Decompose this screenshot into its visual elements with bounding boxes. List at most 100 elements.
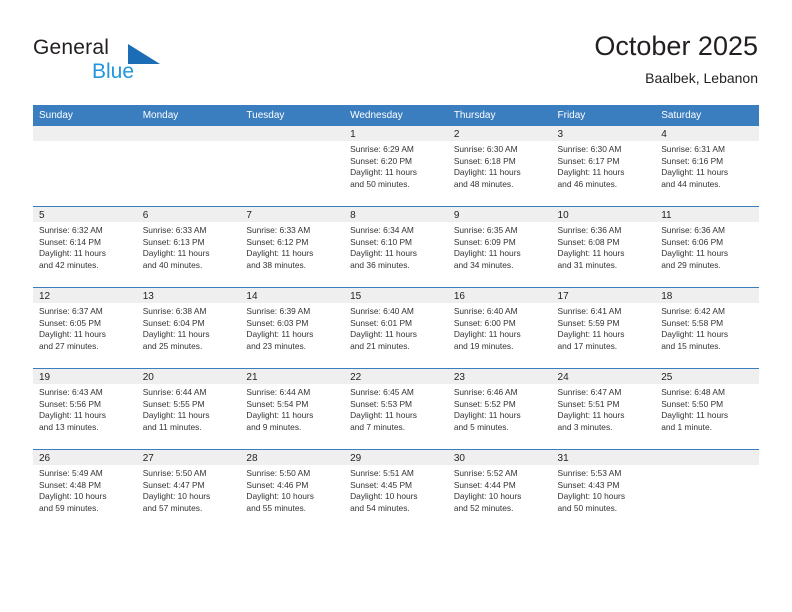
calendar-day-cell[interactable]: 21 Sunrise: 6:44 AM Sunset: 5:54 PM Dayligh… [240,368,345,450]
daylight-duration: and 55 minutes. [246,502,307,513]
calendar-day-cell[interactable]: 14 Sunrise: 6:39 AM Sunset: 6:03 PM Dayligh… [240,287,345,369]
calendar-header-row: Sunday Monday Tuesday Wednesday Thursday… [33,105,759,126]
calendar-day-cell[interactable]: 3 Sunrise: 6:30 AM Sunset: 6:17 PM Daylight… [551,126,656,207]
sunset-time: Sunset: 4:47 PM [142,479,205,490]
calendar-day-cell[interactable]: 31 Sunrise: 5:53 AM Sunset: 4:43 PM Dayligh… [551,449,656,530]
sunrise-time: Sunrise: 5:52 AM [453,468,518,478]
calendar-day-cell[interactable]: 6 Sunrise: 6:33 AM Sunset: 6:13 PM Daylight… [136,206,241,288]
day-number: 31 [551,450,656,465]
sunset-time: Sunset: 6:05 PM [39,317,101,328]
calendar-day-cell[interactable]: 18 Sunrise: 6:42 AM Sunset: 5:58 PM Dayligh… [655,287,759,369]
day-details [137,141,241,144]
sunrise-sunset-calendar: Sunday Monday Tuesday Wednesday Thursday… [33,105,759,530]
day-details: Sunrise: 6:35 AM Sunset: 6:09 PM Daylight:… [448,222,552,271]
calendar-day-cell[interactable]: 5 Sunrise: 6:32 AM Sunset: 6:14 PM Daylight… [33,206,137,288]
daylight-duration: and 50 minutes. [350,178,410,189]
daylight-duration: Daylight: 11 hours [661,248,729,259]
brand-name-general: General [33,36,110,59]
sunrise-time: Sunrise: 6:38 AM [142,306,207,316]
calendar-day-cell[interactable]: 23 Sunrise: 6:46 AM Sunset: 5:52 PM Dayligh… [447,368,552,450]
daylight-duration: and 54 minutes. [350,502,410,513]
day-number: 17 [551,288,656,303]
sunset-time: Sunset: 4:45 PM [350,479,413,490]
calendar-day-cell[interactable]: 7 Sunrise: 6:33 AM Sunset: 6:12 PM Daylight… [240,206,345,288]
calendar-day-cell[interactable]: 9 Sunrise: 6:35 AM Sunset: 6:09 PM Daylight… [447,206,552,288]
sunset-time: Sunset: 6:04 PM [142,317,205,328]
calendar-day-cell-empty [655,449,759,530]
weekday-header-sunday: Sunday [33,105,137,126]
brand-logo[interactable]: General Blue [33,36,253,88]
calendar-week-row: 19 Sunrise: 6:43 AM Sunset: 5:56 PM Dayligh… [33,368,759,450]
daylight-duration: and 48 minutes. [453,178,514,189]
daylight-duration: and 46 minutes. [557,178,618,189]
day-number: 14 [240,288,345,303]
daylight-duration: and 36 minutes. [350,259,410,270]
sunrise-time: Sunrise: 5:50 AM [246,468,311,478]
calendar-day-cell[interactable]: 26 Sunrise: 5:49 AM Sunset: 4:48 PM Dayligh… [33,449,137,530]
weekday-header-thursday: Thursday [447,105,552,126]
day-details: Sunrise: 6:31 AM Sunset: 6:16 PM Daylight:… [655,141,759,190]
day-number: 3 [551,126,656,141]
day-details [33,141,137,144]
daylight-duration: Daylight: 10 hours [142,491,211,502]
calendar-day-cell[interactable]: 11 Sunrise: 6:36 AM Sunset: 6:06 PM Dayligh… [655,206,759,288]
calendar-day-cell[interactable]: 8 Sunrise: 6:34 AM Sunset: 6:10 PM Daylight… [344,206,448,288]
day-number: 30 [447,450,552,465]
day-number: 1 [344,126,448,141]
sunset-time: Sunset: 4:48 PM [39,479,101,490]
daylight-duration: Daylight: 11 hours [453,167,521,178]
daylight-duration: Daylight: 11 hours [350,167,417,178]
calendar-day-cell[interactable]: 16 Sunrise: 6:40 AM Sunset: 6:00 PM Dayligh… [447,287,552,369]
daylight-duration: Daylight: 11 hours [39,329,106,340]
calendar-day-cell[interactable]: 25 Sunrise: 6:48 AM Sunset: 5:50 PM Dayligh… [655,368,759,450]
sunset-time: Sunset: 5:58 PM [661,317,724,328]
calendar-day-cell[interactable]: 15 Sunrise: 6:40 AM Sunset: 6:01 PM Dayligh… [344,287,448,369]
sunrise-time: Sunrise: 6:30 AM [557,144,622,154]
day-number: 8 [344,207,448,222]
day-details: Sunrise: 6:30 AM Sunset: 6:18 PM Daylight:… [448,141,552,190]
weekday-header-monday: Monday [136,105,241,126]
sunrise-time: Sunrise: 6:42 AM [661,306,725,316]
day-details: Sunrise: 5:50 AM Sunset: 4:47 PM Daylight:… [137,465,241,514]
calendar-day-cell[interactable]: 13 Sunrise: 6:38 AM Sunset: 6:04 PM Dayligh… [136,287,241,369]
sunrise-time: Sunrise: 6:48 AM [661,387,725,397]
calendar-day-cell[interactable]: 4 Sunrise: 6:31 AM Sunset: 6:16 PM Daylight… [655,126,759,207]
day-details: Sunrise: 5:51 AM Sunset: 4:45 PM Daylight:… [344,465,448,514]
day-details: Sunrise: 6:44 AM Sunset: 5:54 PM Daylight:… [240,384,344,433]
sunrise-time: Sunrise: 6:32 AM [39,225,103,235]
calendar-day-cell[interactable]: 19 Sunrise: 6:43 AM Sunset: 5:56 PM Dayligh… [33,368,137,450]
day-number: 12 [33,288,137,303]
calendar-day-cell[interactable]: 17 Sunrise: 6:41 AM Sunset: 5:59 PM Dayligh… [551,287,656,369]
calendar-week-row: 26 Sunrise: 5:49 AM Sunset: 4:48 PM Dayligh… [33,449,759,530]
day-number: 29 [344,450,448,465]
daylight-duration: and 11 minutes. [142,421,202,432]
daylight-duration: Daylight: 11 hours [142,410,210,421]
day-details: Sunrise: 5:52 AM Sunset: 4:44 PM Daylight:… [448,465,552,514]
day-number: 21 [240,369,345,384]
day-number: 5 [33,207,137,222]
calendar-day-cell[interactable]: 22 Sunrise: 6:45 AM Sunset: 5:53 PM Dayligh… [344,368,448,450]
calendar-day-cell[interactable]: 27 Sunrise: 5:50 AM Sunset: 4:47 PM Dayligh… [136,449,241,530]
calendar-day-cell[interactable]: 30 Sunrise: 5:52 AM Sunset: 4:44 PM Dayligh… [447,449,552,530]
sunset-time: Sunset: 5:53 PM [350,398,413,409]
day-details: Sunrise: 6:39 AM Sunset: 6:03 PM Daylight:… [240,303,344,352]
daylight-duration: Daylight: 11 hours [557,329,625,340]
calendar-day-cell[interactable]: 24 Sunrise: 6:47 AM Sunset: 5:51 PM Dayligh… [551,368,656,450]
daylight-duration: and 19 minutes. [453,340,514,351]
sunrise-time: Sunrise: 6:39 AM [246,306,311,316]
day-details: Sunrise: 6:45 AM Sunset: 5:53 PM Daylight:… [344,384,448,433]
sunset-time: Sunset: 6:10 PM [350,236,413,247]
daylight-duration: and 5 minutes. [453,421,509,432]
calendar-day-cell[interactable]: 10 Sunrise: 6:36 AM Sunset: 6:08 PM Dayligh… [551,206,656,288]
calendar-day-cell[interactable]: 29 Sunrise: 5:51 AM Sunset: 4:45 PM Dayligh… [344,449,448,530]
day-details: Sunrise: 6:32 AM Sunset: 6:14 PM Daylight:… [33,222,137,271]
calendar-week-row: 12 Sunrise: 6:37 AM Sunset: 6:05 PM Dayligh… [33,287,759,369]
calendar-day-cell[interactable]: 20 Sunrise: 6:44 AM Sunset: 5:55 PM Dayligh… [136,368,241,450]
daylight-duration: and 31 minutes. [557,259,618,270]
calendar-day-cell[interactable]: 12 Sunrise: 6:37 AM Sunset: 6:05 PM Dayligh… [33,287,137,369]
calendar-day-cell[interactable]: 1 Sunrise: 6:29 AM Sunset: 6:20 PM Daylight… [344,126,448,207]
calendar-day-cell[interactable]: 28 Sunrise: 5:50 AM Sunset: 4:46 PM Dayligh… [240,449,345,530]
calendar-day-cell[interactable]: 2 Sunrise: 6:30 AM Sunset: 6:18 PM Daylight… [447,126,552,207]
daylight-duration: and 34 minutes. [453,259,514,270]
daylight-duration: Daylight: 11 hours [246,248,314,259]
